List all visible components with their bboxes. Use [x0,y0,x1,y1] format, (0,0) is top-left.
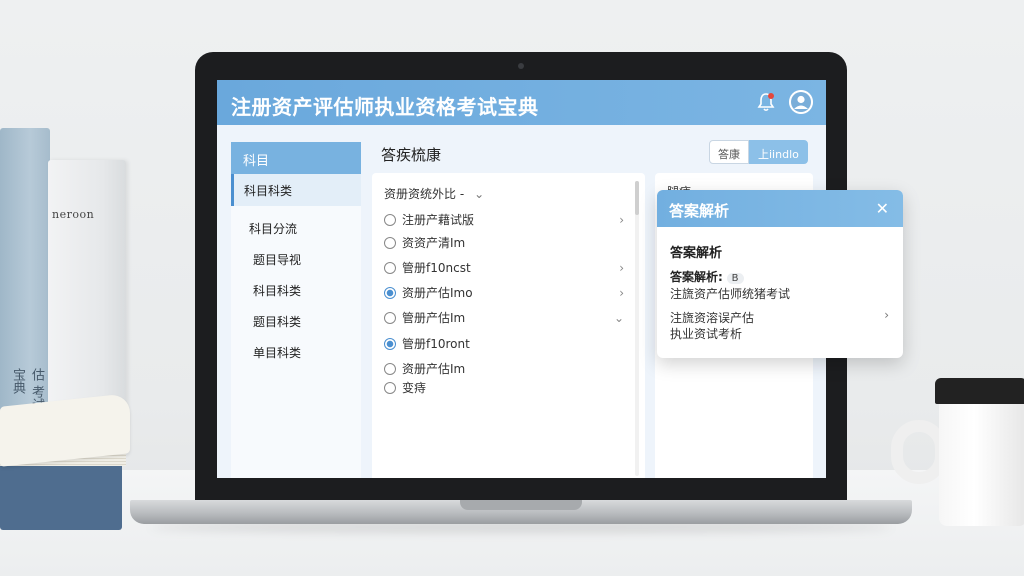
option-row[interactable]: 资册产估Imo › [384,284,624,301]
close-icon[interactable]: ✕ [876,199,889,218]
notification-bell-icon[interactable] [757,92,775,112]
radio-button[interactable] [384,236,396,249]
popup-heading: 答案解析 [670,246,723,261]
explanation-line: 注旒资溶误产估 [670,311,755,325]
chevron-right-icon: › [619,285,624,300]
radio-button[interactable] [384,311,396,324]
chevron-right-icon: › [619,212,624,227]
answer-label: 答案解析: [670,270,723,284]
app-title: 注册资产评估师执业资格考试宝典 [231,95,539,119]
option-row[interactable]: 管册f10ront [384,335,624,352]
option-row[interactable]: 管册f10ncst › [384,259,624,276]
sidebar: 科目 科目科类 科目分流 题目导视 科目科类 题目科类 单目科类 [231,142,361,478]
section-title: 答疾梳康 [381,146,442,164]
answer-analysis-popup: 答案解析 ✕ 答案解析 答案解析: B 注旒资产估师统猪考试 注旒资溶误产估 ›… [657,190,903,358]
option-label: 注册产藉试版 [402,213,475,227]
option-label: 资册产估Imo [402,286,473,300]
book-blue: 资产评估 考试宝典 [0,128,63,418]
radio-button-checked[interactable] [384,286,396,299]
option-row[interactable]: 注册产藉试版 › [384,211,624,228]
chevron-down-icon: ⌄ [474,187,485,201]
book-spine-text: neroon [52,208,95,221]
sidebar-item[interactable]: 题目科类 [231,305,361,336]
option-label: 管册f10ncst [402,261,471,275]
option-row[interactable]: 管册产估Im ⌄ [384,309,624,326]
coffee-mug [891,378,1024,526]
option-row[interactable]: 资册产估Im [384,360,624,377]
secondary-button[interactable]: 答康 [709,140,749,164]
scrollbar[interactable] [635,181,639,476]
popup-header: 答案解析 ✕ [657,190,903,227]
radio-button[interactable] [384,213,396,226]
user-avatar-icon[interactable] [789,90,813,114]
primary-button[interactable]: 上iindlo [749,140,808,164]
action-button-group: 答康 上iindlo [709,140,808,164]
option-label: 资资产清Im [402,236,466,250]
top-bar: 注册资产评估师执业资格考试宝典 [217,80,826,125]
book-white: neroon [48,160,126,430]
option-label: 管册f10ront [402,337,470,351]
sidebar-header: 科目 [231,142,361,174]
radio-button-checked[interactable] [384,337,396,350]
list-filter-label: 资册资统外比 - [384,187,465,201]
answer-line: 答案解析: B [670,268,744,285]
option-label: 变痔 [402,381,427,395]
radio-button[interactable] [384,381,396,394]
chevron-right-icon: › [619,260,624,275]
sidebar-item[interactable]: 题目导视 [231,243,361,274]
option-row[interactable]: 资资产清Im [384,234,624,251]
radio-button[interactable] [384,261,396,274]
laptop-base [130,500,912,524]
answer-badge: B [726,273,744,284]
chevron-right-icon[interactable]: › [884,308,889,322]
explanation-line: 注旒资产估师统猪考试 [670,287,791,301]
sidebar-item[interactable]: 科目分流 [231,212,361,243]
sidebar-item-active[interactable]: 科目科类 [231,174,361,206]
radio-button[interactable] [384,362,396,375]
chevron-down-icon: ⌄ [613,310,624,325]
sidebar-item[interactable]: 科目科类 [231,274,361,305]
explanation-line: 执业资试考析 [670,327,743,341]
sidebar-item[interactable]: 单目科类 [231,336,361,367]
list-filter-dropdown[interactable]: 资册资统外比 - ⌄ [384,185,484,202]
question-list-card: 资册资统外比 - ⌄ 注册产藉试版 › 资资产清Im 管册f10ncst › 资册… [372,173,645,478]
scrollbar-thumb[interactable] [635,181,639,215]
open-book [0,393,140,538]
option-label: 资册产估Im [402,362,466,376]
popup-title: 答案解析 [669,202,730,220]
option-row[interactable]: 变痔 [384,379,624,396]
option-label: 管册产估Im [402,311,466,325]
camera-icon [518,63,524,69]
